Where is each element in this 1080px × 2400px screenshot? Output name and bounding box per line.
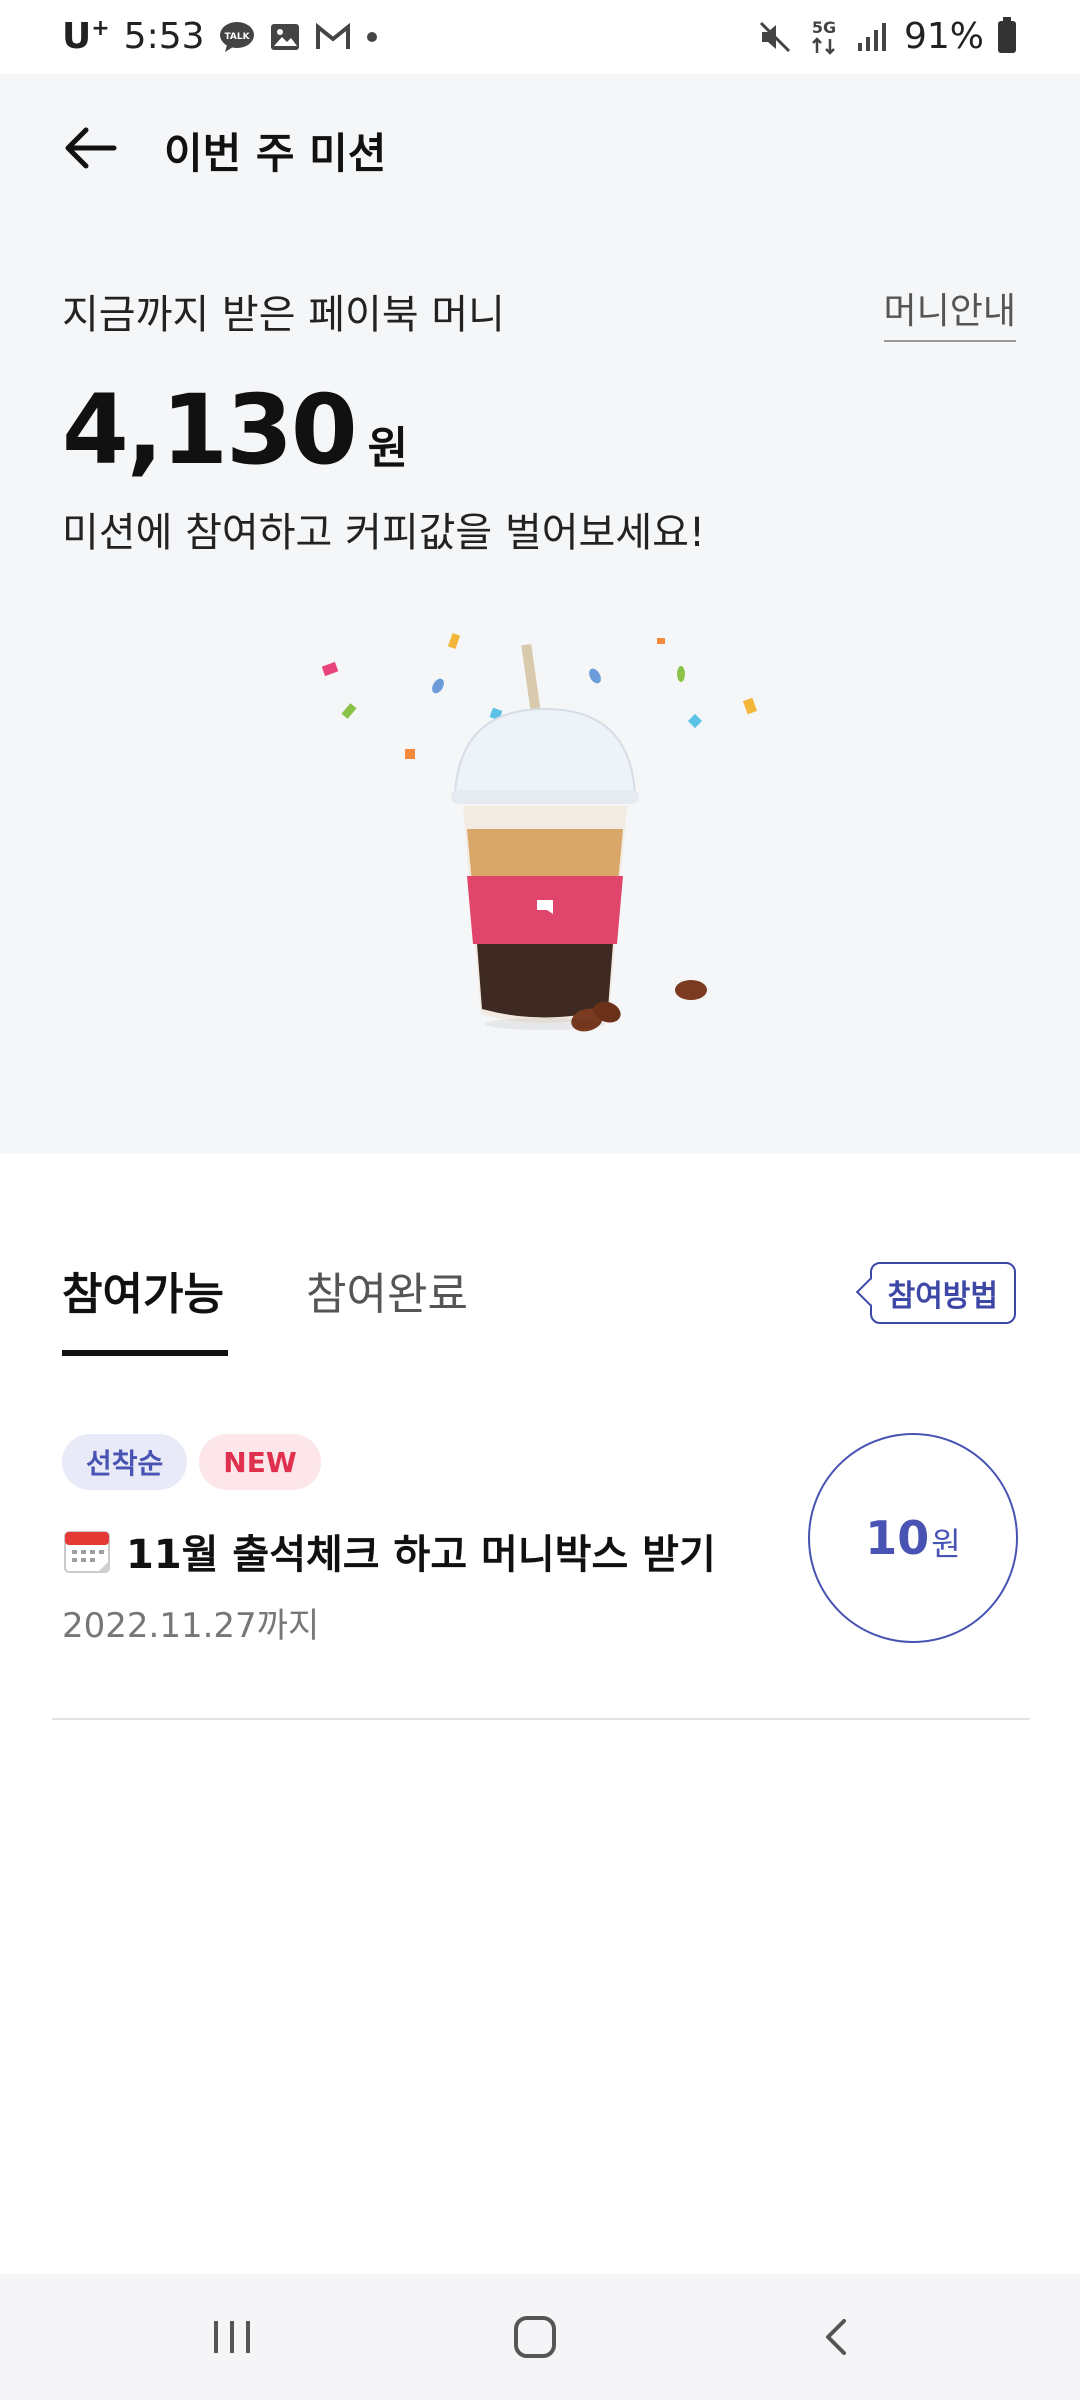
mute-icon bbox=[758, 20, 792, 54]
dot-icon bbox=[365, 30, 379, 44]
calendar-icon bbox=[62, 1526, 112, 1576]
signal-icon bbox=[856, 21, 890, 53]
reward-unit: 원 bbox=[931, 1525, 961, 1563]
first-come-badge: 선착순 bbox=[62, 1434, 188, 1490]
money-label: 지금까지 받은 페이북 머니 bbox=[62, 292, 505, 338]
gmail-icon bbox=[315, 22, 351, 51]
money-guide-link[interactable]: 머니안내 bbox=[883, 282, 1016, 342]
reward-amount[interactable]: 10 원 bbox=[808, 1433, 1018, 1643]
tab-active-indicator bbox=[62, 1350, 228, 1356]
gallery-icon bbox=[269, 21, 301, 53]
tab-available[interactable]: 참여가능 bbox=[62, 1258, 224, 1322]
money-value: 4,130 bbox=[62, 374, 358, 486]
5g-icon: 5G bbox=[806, 17, 842, 57]
money-amount: 4,130 원 bbox=[62, 374, 408, 486]
mission-item[interactable]: 선착순 NEW 11월 출석체크 하고 머니박스 받기 2022.11.27까지… bbox=[0, 1430, 1080, 1720]
home-button[interactable] bbox=[490, 2302, 580, 2372]
recent-apps-button[interactable] bbox=[187, 2302, 277, 2372]
battery-percent: 91% bbox=[903, 16, 984, 57]
arrow-left-icon bbox=[65, 127, 117, 169]
coffee-illustration bbox=[205, 614, 875, 1094]
how-to-join-button[interactable]: 참여방법 bbox=[869, 1262, 1016, 1324]
how-to-join-label: 참여방법 bbox=[887, 1279, 998, 1314]
tab-completed[interactable]: 참여완료 bbox=[306, 1258, 468, 1322]
new-badge: NEW bbox=[199, 1434, 321, 1490]
system-nav-bar bbox=[0, 2274, 1080, 2400]
battery-icon bbox=[998, 16, 1016, 53]
talk-icon: TALK bbox=[219, 21, 255, 53]
svg-text:5G: 5G bbox=[812, 18, 836, 37]
carrier-label: U+ bbox=[62, 16, 110, 57]
back-button[interactable] bbox=[58, 120, 122, 176]
home-icon bbox=[514, 2316, 556, 2358]
svg-text:TALK: TALK bbox=[224, 32, 250, 42]
summary-section: 이번 주 미션 지금까지 받은 페이북 머니 머니안내 4,130 원 미션에 … bbox=[0, 74, 1080, 1154]
chevron-left-icon bbox=[826, 2319, 846, 2355]
money-description: 미션에 참여하고 커피값을 벌어보세요! bbox=[62, 510, 705, 556]
divider bbox=[52, 1718, 1030, 1720]
page-title: 이번 주 미션 bbox=[164, 129, 387, 178]
mission-title: 11월 출석체크 하고 머니박스 받기 bbox=[126, 1532, 716, 1578]
recent-apps-icon bbox=[214, 2321, 250, 2353]
status-bar: U+ 5:53 TALK 5G 91% bbox=[0, 0, 1080, 74]
tab-bar: 참여가능 참여완료 참여방법 bbox=[0, 1250, 1080, 1360]
reward-value: 10 bbox=[865, 1511, 930, 1565]
status-time: 5:53 bbox=[123, 16, 205, 57]
mission-due-date: 2022.11.27까지 bbox=[62, 1606, 320, 1646]
money-unit: 원 bbox=[367, 423, 409, 474]
back-nav-button[interactable] bbox=[793, 2302, 883, 2372]
